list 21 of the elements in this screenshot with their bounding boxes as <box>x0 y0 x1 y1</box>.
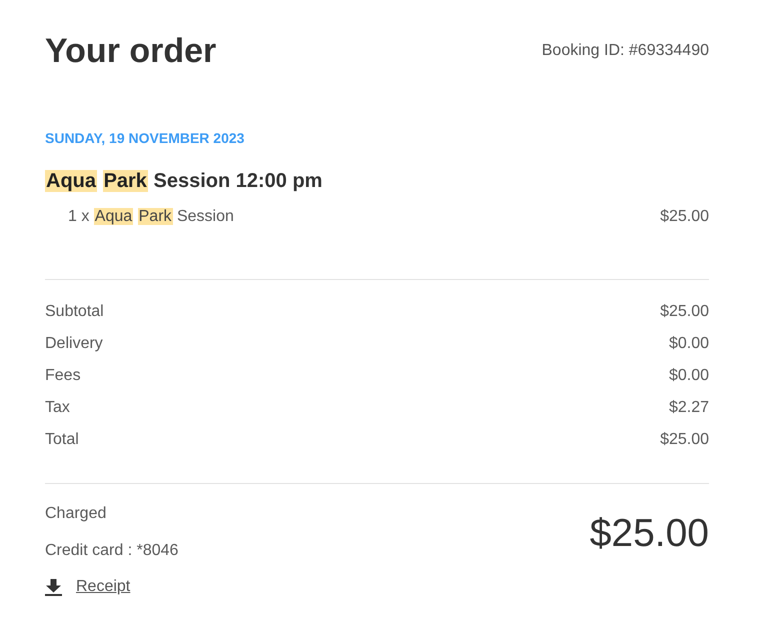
session-date: SUNDAY, 19 NOVEMBER 2023 <box>45 129 246 148</box>
download-icon[interactable] <box>45 578 62 596</box>
line-item-description: 1 x Aqua Park Session <box>68 207 234 227</box>
summary-value: $25.00 <box>660 430 709 450</box>
summary-label: Subtotal <box>45 302 104 322</box>
summary-value: $25.00 <box>660 302 709 322</box>
summary-value: $0.00 <box>668 334 709 354</box>
payment-method: Credit card : *8046 <box>45 541 178 561</box>
session-title: Aqua Park Session 12:00 pm <box>45 169 324 194</box>
summary-value: $0.00 <box>668 366 709 386</box>
summary-label: Fees <box>45 366 81 386</box>
charged-amount: $25.00 <box>590 511 709 557</box>
summary-label: Tax <box>45 398 70 418</box>
summary-label: Total <box>45 430 79 450</box>
page-title: Your order <box>45 31 216 71</box>
summary-label: Delivery <box>45 334 103 354</box>
booking-id: Booking ID: #69334490 <box>542 41 709 61</box>
charged-label: Charged <box>45 504 106 524</box>
summary-value: $2.27 <box>668 398 709 418</box>
receipt-link[interactable]: Receipt <box>76 575 130 599</box>
line-item-price: $25.00 <box>660 207 709 227</box>
